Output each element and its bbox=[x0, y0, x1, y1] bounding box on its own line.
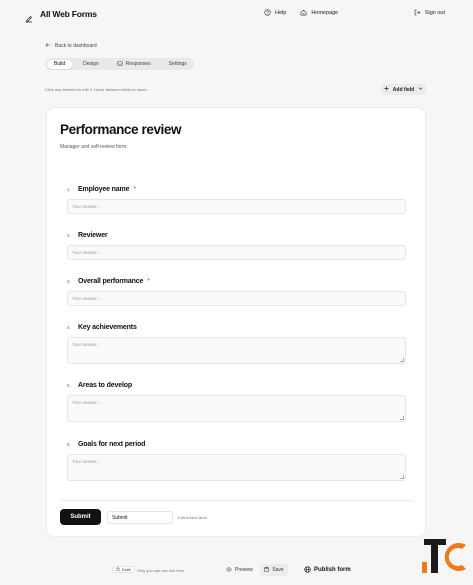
nav-help-label: Help bbox=[275, 9, 287, 16]
question-text: Areas to develop bbox=[78, 382, 133, 389]
submit-button[interactable]: Submit bbox=[60, 509, 101, 525]
inbox-icon bbox=[117, 60, 123, 68]
required-mark: * bbox=[133, 186, 137, 193]
tab-responses[interactable]: Responses bbox=[110, 60, 158, 69]
status-badge: Draft bbox=[112, 566, 135, 573]
answer-placeholder: Your answer... bbox=[72, 342, 101, 347]
tab-build[interactable]: Build bbox=[47, 59, 73, 69]
save-button[interactable]: Save bbox=[260, 564, 288, 576]
plus-icon bbox=[384, 86, 389, 93]
edit-form-icon bbox=[25, 10, 33, 23]
publish-label: Publish form bbox=[314, 567, 351, 573]
tab-responses-label: Responses bbox=[125, 61, 151, 67]
answer-placeholder: Your answer... bbox=[72, 204, 101, 209]
answer-textarea[interactable]: Your answer... bbox=[67, 395, 406, 422]
answer-textarea[interactable]: Your answer... bbox=[67, 337, 406, 364]
question-label[interactable]: 2. Reviewer bbox=[67, 232, 108, 239]
answer-placeholder: Your answer... bbox=[72, 250, 101, 255]
top-nav: Help Homepage bbox=[264, 9, 338, 16]
question-label[interactable]: 6. Goals for next period bbox=[67, 441, 145, 448]
status-hint: Only you can see this form bbox=[137, 568, 185, 573]
answer-input[interactable]: Your answer... bbox=[67, 245, 406, 260]
tab-design[interactable]: Design bbox=[76, 60, 106, 69]
sign-out-button[interactable]: Sign out bbox=[414, 9, 445, 16]
question-text: Overall performance bbox=[78, 278, 144, 285]
add-field-button[interactable]: Add field bbox=[381, 84, 426, 95]
resize-handle[interactable] bbox=[400, 475, 404, 479]
tab-settings[interactable]: Settings bbox=[162, 60, 194, 69]
nav-homepage[interactable]: Homepage bbox=[300, 9, 338, 16]
help-circle-icon bbox=[264, 9, 271, 16]
bottom-bar: Draft Only you can see this form Preview… bbox=[0, 554, 473, 585]
resize-handle[interactable] bbox=[400, 416, 404, 420]
edit-button-label-hint: Edit button label bbox=[178, 515, 207, 520]
question-number: 5. bbox=[67, 383, 71, 388]
editor-tabs: Build Design Responses Settings bbox=[45, 58, 194, 70]
question-text: Goals for next period bbox=[78, 441, 146, 448]
publish-form-button[interactable]: Publish form bbox=[300, 564, 355, 576]
answer-placeholder: Your answer... bbox=[72, 400, 101, 405]
question-label[interactable]: 3. Overall performance * bbox=[67, 278, 150, 285]
answer-placeholder: Your answer... bbox=[72, 459, 101, 464]
question-text: Key achievements bbox=[78, 324, 137, 331]
question-label[interactable]: 1. Employee name * bbox=[67, 186, 136, 193]
brand: All Web Forms bbox=[25, 9, 97, 23]
preview-button[interactable]: Preview bbox=[222, 564, 257, 576]
question-number: 1. bbox=[67, 187, 71, 192]
submit-label-input[interactable]: Submit bbox=[107, 511, 173, 524]
question-number: 2. bbox=[67, 233, 71, 238]
top-bar: All Web Forms bbox=[0, 0, 473, 28]
answer-input[interactable]: Your answer... bbox=[67, 291, 406, 306]
tab-design-label: Design bbox=[83, 61, 99, 67]
back-to-dashboard-link[interactable]: Back to dashboard bbox=[45, 42, 97, 50]
save-icon bbox=[264, 566, 270, 574]
preview-label: Preview bbox=[235, 567, 253, 573]
eye-icon bbox=[226, 566, 232, 574]
answer-textarea[interactable]: Your answer... bbox=[67, 454, 406, 481]
question-label[interactable]: 5. Areas to develop bbox=[67, 382, 132, 389]
question-number: 3. bbox=[67, 279, 71, 284]
resize-handle[interactable] bbox=[400, 358, 404, 362]
arrow-left-icon bbox=[45, 42, 51, 50]
sign-out-label: Sign out bbox=[424, 9, 445, 16]
tab-settings-label: Settings bbox=[168, 61, 187, 67]
status-label: Draft bbox=[122, 567, 131, 572]
sign-out-icon bbox=[414, 9, 421, 16]
question-label[interactable]: 4. Key achievements bbox=[67, 324, 137, 331]
save-label: Save bbox=[272, 567, 284, 573]
form-card: Performance review Manager and self-revi… bbox=[46, 107, 426, 537]
nav-homepage-label: Homepage bbox=[311, 9, 339, 16]
form-description[interactable]: Manager and self-review form. bbox=[60, 144, 128, 150]
chevron-down-icon bbox=[418, 86, 423, 93]
answer-input[interactable]: Your answer... bbox=[67, 199, 406, 214]
tc-logo bbox=[420, 536, 470, 576]
back-label: Back to dashboard bbox=[55, 43, 97, 49]
question-number: 4. bbox=[67, 325, 71, 330]
question-number: 6. bbox=[67, 442, 71, 447]
answer-placeholder: Your answer... bbox=[72, 296, 101, 301]
question-text: Employee name bbox=[78, 186, 130, 193]
home-icon bbox=[300, 9, 307, 16]
editor-hint: Click any element to edit it. Hover betw… bbox=[45, 87, 148, 92]
tab-build-label: Build bbox=[54, 61, 66, 67]
question-text: Reviewer bbox=[78, 232, 108, 239]
add-field-label: Add field bbox=[392, 86, 415, 93]
required-mark: * bbox=[147, 278, 150, 285]
nav-help[interactable]: Help bbox=[264, 9, 286, 16]
lock-icon bbox=[116, 567, 120, 572]
globe-icon bbox=[304, 565, 311, 575]
form-title[interactable]: Performance review bbox=[60, 122, 182, 137]
app-title: All Web Forms bbox=[40, 9, 97, 19]
divider bbox=[60, 500, 413, 501]
